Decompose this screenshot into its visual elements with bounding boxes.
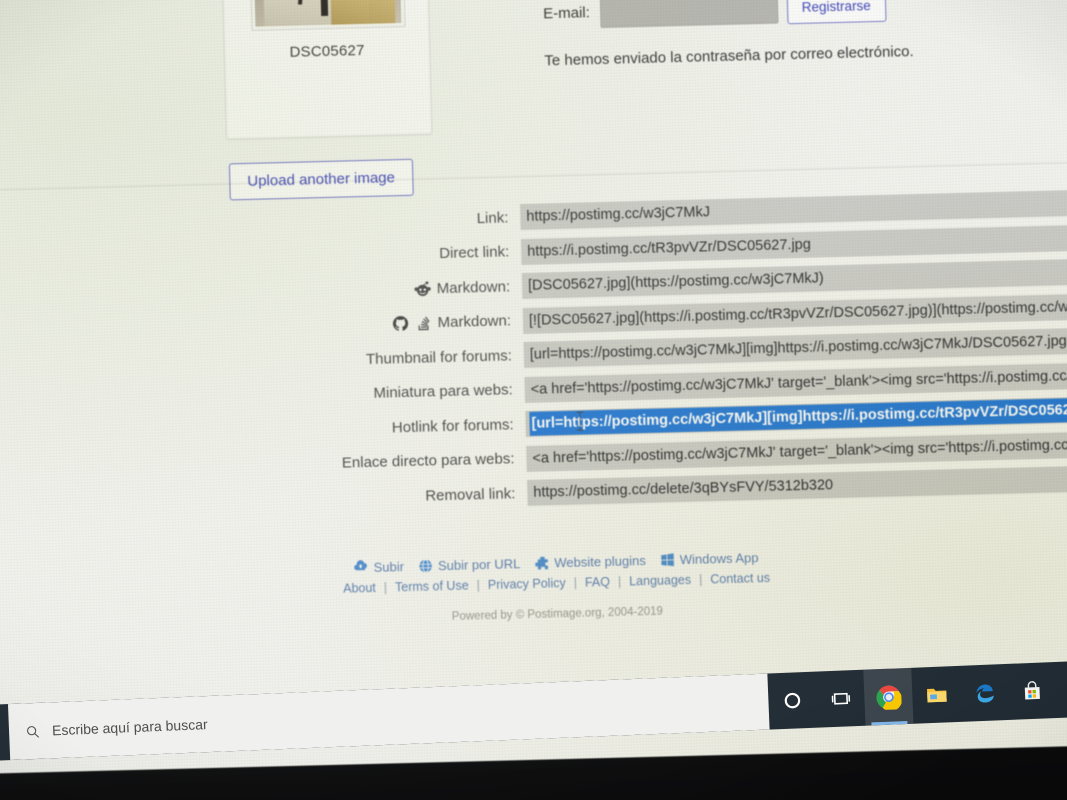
windows-icon [660,552,675,567]
edge-icon [972,681,996,705]
link-row-value: [url=https://postimg.cc/w3jC7MkJ][img]ht… [529,331,1067,364]
share-links-list: Link: https://postimg.cc/w3jC7MkJ Direct… [0,185,1067,525]
link-row-value: https://i.postimg.cc/tR3pvVZr/DSC05627.j… [527,236,812,260]
link-row-label: Link: [476,209,509,227]
footer-link-faq[interactable]: FAQ [585,575,610,590]
footer-separator: | [617,574,622,589]
page-footer: Subir Subir por URL Website plugins Wind… [0,541,1067,635]
link-row-value: [DSC05627.jpg](https://postimg.cc/w3jC7M… [527,270,824,295]
footer-separator: | [383,580,388,595]
link-row-value: [![DSC05627.jpg](https://i.postimg.cc/tR… [528,297,1067,329]
link-row-label: Removal link: [425,485,516,505]
link-row-label: Direct link: [439,243,510,263]
globe-icon [418,558,433,573]
file-explorer-icon [924,683,948,707]
link-row-label: Markdown: [0,278,522,309]
footer-link-contact-us[interactable]: Contact us [710,571,770,587]
footer-link-website-plugins[interactable]: Website plugins [534,553,646,571]
footer-link-label: Website plugins [554,552,646,571]
taskbar-item-mail[interactable]: 6 [1055,660,1067,718]
register-form: E-mail: Registrarse [543,0,1064,30]
top-section: DSC05627 Upload another image ¿No tienes… [0,0,1067,212]
taskbar-item-microsoft-store[interactable] [1007,662,1057,720]
plugin-icon [534,555,549,570]
register-panel: ¿No tienes una cuenta? E-mail: Registrar… [541,0,1064,69]
image-file-name: DSC05627 [289,41,365,61]
link-row-label: Hotlink for forums: [391,416,514,437]
microsoft-store-icon [1021,680,1044,703]
taskbar-search-placeholder: Escribe aquí para buscar [51,716,208,739]
taskbar-item-file-explorer[interactable] [911,666,961,724]
register-button[interactable]: Registrarse [786,0,887,25]
stackoverflow-icon [414,315,431,332]
footer-separator: | [476,578,481,593]
task-view-icon [830,688,852,710]
link-row-label: Miniatura para webs: [373,381,513,403]
footer-link-subir[interactable]: Subir [353,559,404,575]
footer-link-subir-por-url[interactable]: Subir por URL [418,556,521,574]
footer-link-windows-app[interactable]: Windows App [660,550,759,567]
monitor-screen: DSC05627 Upload another image ¿No tienes… [0,0,1067,774]
uploaded-image-card[interactable]: DSC05627 [219,0,433,140]
footer-link-about[interactable]: About [343,581,376,596]
taskbar-item-task-view[interactable] [815,670,865,728]
link-row-label: Enlace directo para webs: [341,450,515,472]
github-icon [391,315,408,332]
footer-link-label: Windows App [679,550,759,568]
postimage-result-page: DSC05627 Upload another image ¿No tienes… [0,0,1067,734]
link-row-label-text: Markdown: [437,312,512,332]
footer-link-terms-of-use[interactable]: Terms of Use [395,578,469,594]
footer-link-label: Subir por URL [437,556,521,574]
footer-link-languages[interactable]: Languages [629,573,691,589]
reddit-icon [414,280,431,297]
link-row-value: https://postimg.cc/delete/3qBYsFVY/5312b… [533,477,834,502]
chrome-icon [875,684,902,710]
link-row-value: https://postimg.cc/w3jC7MkJ [526,204,711,226]
link-row-label: Markdown: [0,312,523,343]
footer-link-privacy-policy[interactable]: Privacy Policy [488,576,566,592]
taskbar-item-edge[interactable] [959,664,1009,722]
footer-link-label: Subir [373,559,405,575]
cortana-icon [782,690,803,711]
thumbnail-artwork [252,0,402,27]
cloud-upload-icon [353,560,368,575]
monitor-photo: DSC05627 Upload another image ¿No tienes… [0,0,1067,800]
link-row-label-text: Markdown: [436,278,511,297]
footer-separator: | [573,575,578,590]
search-icon [25,723,41,739]
footer-separator: | [698,572,703,587]
taskbar-item-cortana[interactable] [767,672,817,730]
taskbar-item-chrome[interactable] [863,667,914,726]
email-label: E-mail: [542,4,591,23]
email-field[interactable] [599,0,779,28]
image-thumbnail[interactable] [248,0,406,31]
register-note: Te hemos enviado la contraseña por corre… [544,43,914,70]
link-row-label: Thumbnail for forums: [365,347,513,368]
